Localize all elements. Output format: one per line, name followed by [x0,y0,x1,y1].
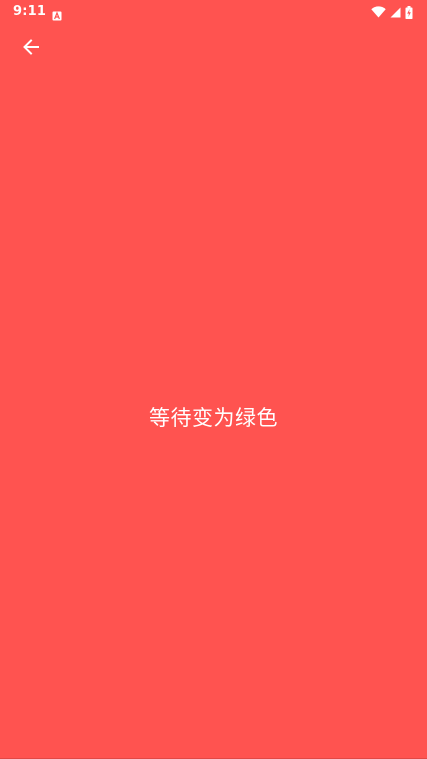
battery-charging-icon [405,5,413,19]
status-message: 等待变为绿色 [149,406,278,430]
status-bar: 9:11 [0,0,427,24]
back-button[interactable] [14,32,48,66]
a-badge-icon [52,6,62,21]
status-time: 9:11 [13,4,47,19]
cell-signal-icon [390,7,401,18]
wifi-icon [371,6,386,18]
arrow-left-icon [22,38,40,60]
status-icons [371,5,413,19]
